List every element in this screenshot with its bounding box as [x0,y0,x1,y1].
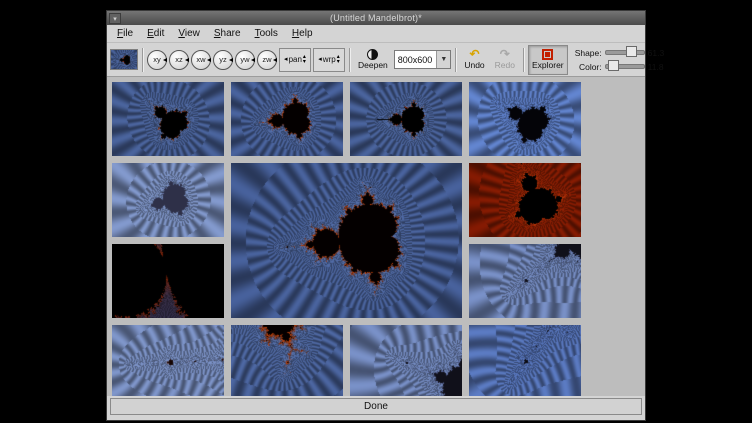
deepen-icon [367,49,378,60]
explorer-tile-r3c4[interactable] [469,244,581,318]
menu-tools[interactable]: Tools [248,27,285,40]
angle-dial-xy[interactable]: xy [147,50,167,70]
status-bar: Done [110,398,642,415]
menu-file[interactable]: File [110,27,140,40]
pan-left-arrow-icon: ◂ [284,56,288,63]
toolbar-separator [349,48,350,72]
color-value: 11.8 [648,62,668,72]
gnofract-window: ▾ (Untitled Mandelbrot)* File Edit View … [106,10,646,421]
explorer-toggle-button[interactable]: Explorer [528,45,568,75]
title-bar[interactable]: ▾ (Untitled Mandelbrot)* [107,11,645,25]
dropdown-arrow-icon: ▼ [436,51,450,68]
undo-button[interactable]: ↶ Undo [460,45,488,75]
undo-arrow-icon: ↶ [469,49,479,60]
shape-label: Shape: [572,48,602,58]
menu-edit[interactable]: Edit [140,27,171,40]
status-row: Done [107,396,645,420]
window-menu-button[interactable]: ▾ [109,13,121,24]
pan-control[interactable]: ◂ pan ▴▾ [279,48,311,72]
fractal-preview-canvas [111,50,137,69]
angle-dial-xw[interactable]: xw [191,50,211,70]
angle-dial-zw[interactable]: zw [257,50,277,70]
menu-help[interactable]: Help [285,27,320,40]
menu-view[interactable]: View [171,27,207,40]
warp-control[interactable]: ◂ wrp ▴▾ [313,48,345,72]
fractal-preview-thumbnail [110,49,138,70]
explorer-main-view[interactable] [231,163,462,318]
deepen-button[interactable]: Deepen [354,45,392,75]
toolbar-separator [455,48,456,72]
explorer-tile-r4c2[interactable] [231,325,343,396]
explorer-sliders: Shape: 61.3 Color: 11.8 [572,48,668,72]
redo-button[interactable]: ↷ Redo [491,45,519,75]
shape-value: 61.3 [648,48,668,58]
explorer-grid [112,82,645,396]
shape-slider[interactable] [605,50,645,55]
color-label: Color: [572,62,602,72]
explorer-icon [542,49,553,60]
explorer-area [107,77,645,396]
shape-slider-thumb[interactable] [626,46,637,57]
explorer-tile-r4c3[interactable] [350,325,462,396]
menu-bar: File Edit View Share Tools Help [107,25,645,43]
explorer-tile-r1c1[interactable] [112,82,224,156]
color-slider-thumb[interactable] [608,60,619,71]
explorer-tile-r2c4[interactable] [469,163,581,237]
explorer-tile-r4c1[interactable] [112,325,224,396]
explorer-tile-r4c4[interactable] [469,325,581,396]
angle-dial-xz[interactable]: xz [169,50,189,70]
explorer-tile-r1c4[interactable] [469,82,581,156]
tool-bar: xy xz xw yz yw zw ◂ pan ▴▾ ◂ wrp ▴▾ Deep… [107,43,645,77]
pan-updown-arrows-icon: ▴▾ [303,55,306,65]
angle-dial-yw[interactable]: yw [235,50,255,70]
explorer-tile-r1c3[interactable] [350,82,462,156]
warp-updown-arrows-icon: ▴▾ [337,55,340,65]
color-slider[interactable] [605,64,645,69]
menu-share[interactable]: Share [207,27,248,40]
resolution-select[interactable]: 800x600 ▼ [394,50,452,69]
status-text: Done [364,401,388,412]
toolbar-separator [523,48,524,72]
angle-dial-yz[interactable]: yz [213,50,233,70]
explorer-tile-r3c1[interactable] [112,244,224,318]
toolbar-separator [142,48,143,72]
redo-arrow-icon: ↷ [500,49,510,60]
warp-left-arrow-icon: ◂ [318,56,322,63]
window-title: (Untitled Mandelbrot)* [107,13,645,23]
explorer-tile-r2c1[interactable] [112,163,224,237]
explorer-tile-r1c2[interactable] [231,82,343,156]
